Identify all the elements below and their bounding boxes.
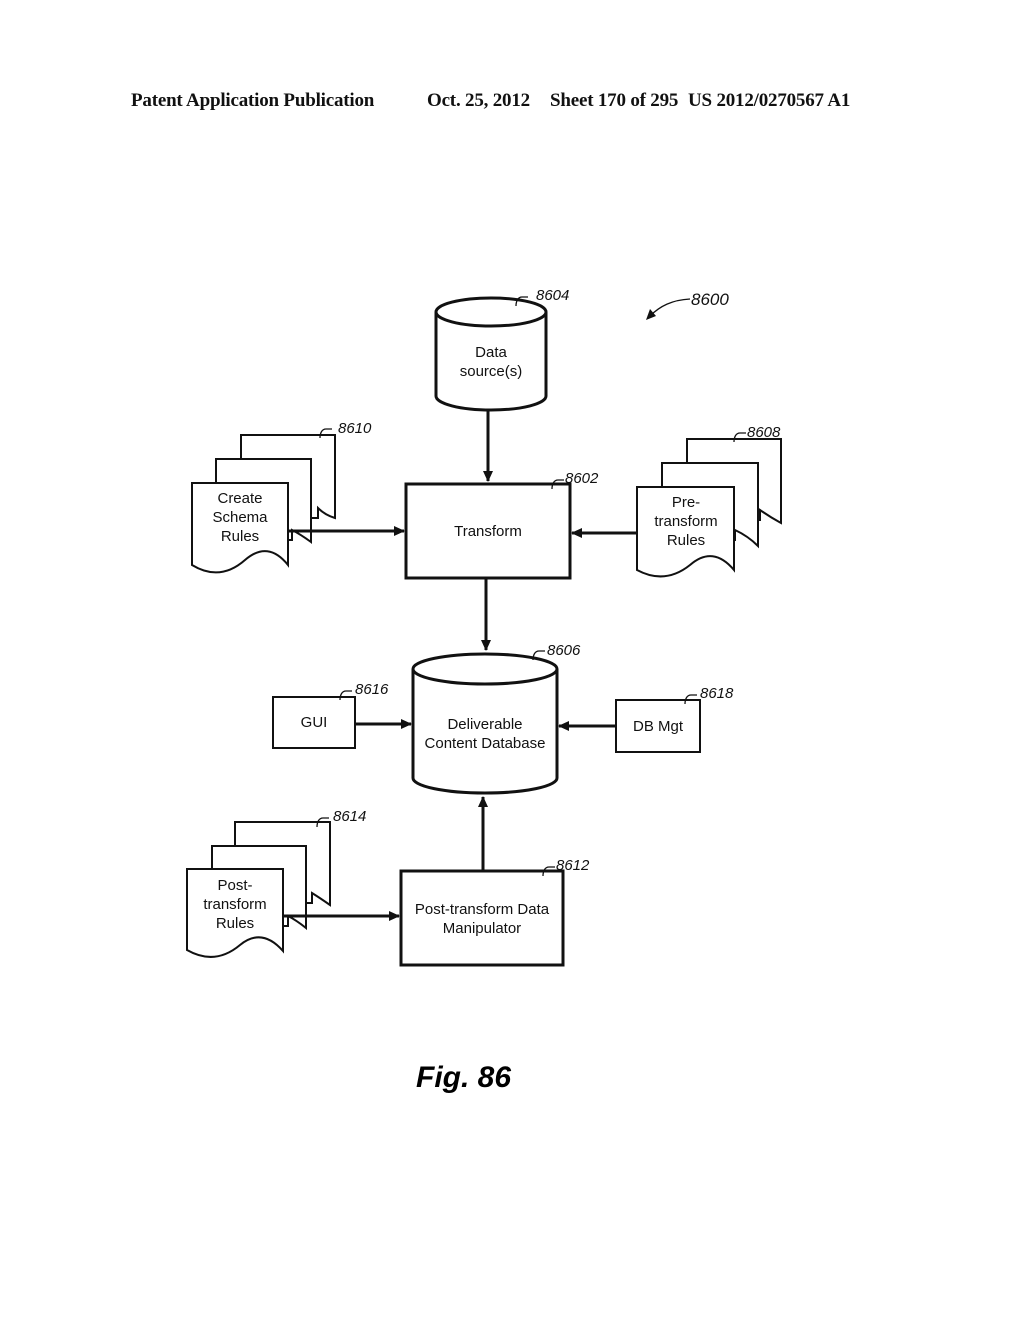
transform-ref: 8602 xyxy=(565,470,599,487)
node-pre-transform-rules: Pre- transform Rules 8608 xyxy=(636,424,782,578)
post-transform-rules-label-line2: transform xyxy=(203,896,266,913)
create-schema-label-line1: Create xyxy=(217,490,262,507)
node-post-transform-rules: Post- transform Rules 8614 xyxy=(186,808,366,958)
transform-label: Transform xyxy=(454,523,522,540)
manipulator-label-line1: Post-transform Data xyxy=(415,901,550,918)
pre-transform-label-line1: Pre- xyxy=(672,494,700,511)
gui-label: GUI xyxy=(301,714,328,731)
node-deliverable-db: Deliverable Content Database 8606 xyxy=(411,642,581,795)
data-source-label-line2: source(s) xyxy=(460,363,523,380)
pre-transform-label-line2: transform xyxy=(654,513,717,530)
deliverable-db-label-line2: Content Database xyxy=(425,735,546,752)
figure-label: Fig. 86 xyxy=(416,1061,511,1094)
create-schema-label-line2: Schema xyxy=(212,509,268,526)
gui-ref: 8616 xyxy=(355,681,389,698)
deliverable-db-ref: 8606 xyxy=(547,642,581,659)
flow-diagram: 8600 Data source(s) 8604 Transform 8602 … xyxy=(186,287,782,1094)
node-data-source: Data source(s) 8604 xyxy=(434,287,569,412)
figure-ref-text: 8600 xyxy=(691,290,729,309)
create-schema-ref: 8610 xyxy=(338,420,372,437)
deliverable-db-label-line1: Deliverable xyxy=(447,716,522,733)
node-db-mgt: DB Mgt 8618 xyxy=(615,685,734,753)
data-source-label-line1: Data xyxy=(475,344,507,361)
figure-ref-8600: 8600 xyxy=(646,290,729,320)
post-transform-rules-label-line3: Rules xyxy=(216,915,254,932)
node-transform: Transform 8602 xyxy=(404,470,599,580)
pre-transform-ref: 8608 xyxy=(747,424,781,441)
node-create-schema-rules: Create Schema Rules 8610 xyxy=(191,420,372,574)
data-source-ref: 8604 xyxy=(536,287,569,304)
db-mgt-ref: 8618 xyxy=(700,685,734,702)
node-gui: GUI 8616 xyxy=(272,681,389,749)
manipulator-ref: 8612 xyxy=(556,857,590,874)
manipulator-label-line2: Manipulator xyxy=(443,920,521,937)
db-mgt-label: DB Mgt xyxy=(633,718,684,735)
post-transform-rules-ref: 8614 xyxy=(333,808,366,825)
post-transform-rules-label-line1: Post- xyxy=(217,877,252,894)
node-post-transform-manipulator: Post-transform Data Manipulator 8612 xyxy=(399,857,590,967)
figure-ref-arrow-icon xyxy=(646,309,656,320)
create-schema-label-line3: Rules xyxy=(221,528,259,545)
pre-transform-label-line3: Rules xyxy=(667,532,705,549)
